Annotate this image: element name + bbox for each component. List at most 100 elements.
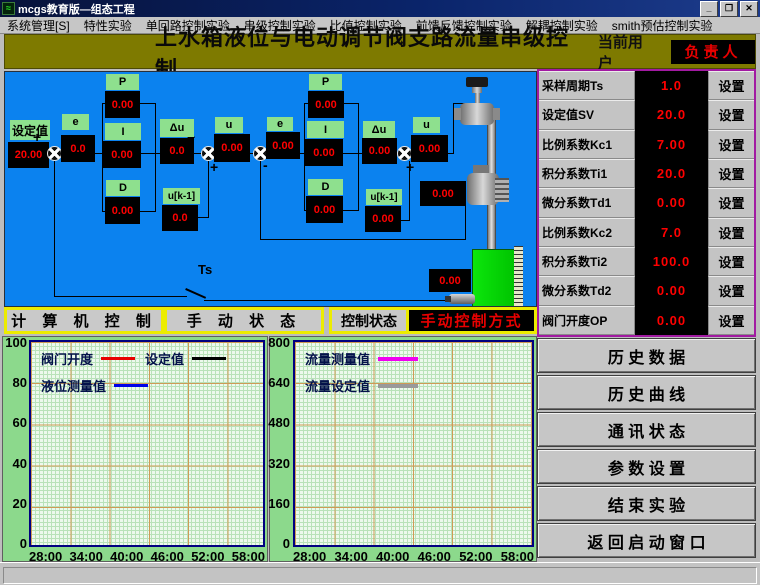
loop2-u-value: 0.00 [411,135,448,162]
param-row-ti1: 积分系数Ti1 20.0 设置 [539,159,754,188]
param-row-ti2: 积分系数Ti2 100.0 设置 [539,247,754,276]
param-set-button[interactable]: 设置 [708,100,754,129]
pump-tip [445,296,451,302]
loop2-du-value: 0.00 [362,138,397,164]
history-curve-button[interactable]: 历 史 曲 线 [537,375,756,410]
menu-system[interactable]: 系统管理[S] [0,17,77,34]
param-set-button[interactable]: 设置 [708,188,754,217]
control-status-group: 控制状态 手动控制方式 [329,307,537,334]
param-row-td1: 微分系数Td1 0.00 设置 [539,188,754,217]
loop1-i-label: I [105,123,141,140]
loop1-uk-label: u[k-1] [163,188,200,204]
return-startup-button[interactable]: 返 回 启 动 窗 口 [537,523,756,558]
valve-flange-right [493,108,500,120]
line [155,103,156,212]
y-axis-labels: 100 80 60 40 20 0 [5,335,27,551]
param-label: 比例系数Kc2 [539,218,635,247]
param-set-button[interactable]: 设置 [708,247,754,276]
param-value: 7.00 [635,130,708,159]
param-set-button[interactable]: 设置 [708,276,754,305]
y-tick: 0 [20,536,27,551]
flow-sensor-flange [495,178,509,202]
param-set-button[interactable]: 设置 [708,130,754,159]
banner: 上水箱液位与电动调节阀支路流量串级控制 当前用户 负责人 [4,34,756,69]
parameter-panel: 采样周期Ts 1.0 设置 设定值SV 20.0 设置 比例系数Kc1 7.00… [537,69,756,337]
loop1-d-value: 0.00 [105,197,140,224]
plus-sign: + [33,132,41,142]
loop1-p-value: 0.00 [105,91,140,118]
legend-label: 液位测量值 [41,376,106,395]
param-label: 设定值SV [539,100,635,129]
close-button[interactable]: ✕ [740,1,758,17]
chart-legend: 阀门开度 设定值 液位测量值 [41,349,226,395]
loop2-du-label: Δu [363,121,395,138]
flow-measurement-display: 0.00 [420,181,466,206]
water-tank [472,249,515,307]
line [140,103,155,104]
param-row-op: 阀门开度OP 0.00 设置 [539,306,754,335]
legend-line-flow-setpoint [378,384,418,388]
line [141,153,155,154]
plus-sign: + [210,162,218,172]
loop2-uk-value: 0.00 [365,206,401,232]
loop1-du-label: Δu [160,119,194,137]
plus-sign: + [406,162,414,172]
minimize-button[interactable]: _ [700,1,718,17]
manual-state-button[interactable]: 手 动 状 态 [167,310,321,331]
line [358,103,359,211]
param-label: 积分系数Ti2 [539,247,635,276]
computer-control-button[interactable]: 计 算 机 控 制 [7,310,161,331]
legend-line-valve-opening [101,357,135,360]
loop1-u-label: u [215,117,243,133]
line [260,239,466,240]
end-experiment-button[interactable]: 结 束 实 验 [537,486,756,521]
loop1-p-label: P [106,74,139,90]
valve-flange-left [454,108,461,120]
param-setting-button[interactable]: 参 数 设 置 [537,449,756,484]
status-bar [0,562,760,585]
menu-characteristic[interactable]: 特性实验 [77,17,139,34]
loop2-d-value: 0.00 [306,196,343,223]
control-button-group: 计 算 机 控 制 手 动 状 态 [4,307,324,334]
param-value: 0.00 [635,188,708,217]
ts-label: Ts [198,262,212,277]
control-status-label: 控制状态 [332,310,406,331]
param-value: 7.0 [635,218,708,247]
y-tick: 60 [13,415,27,430]
flow-trend-chart: 800 640 480 320 160 0 流量测量值 流量设定值 28:00 … [269,336,537,562]
param-set-button[interactable]: 设置 [708,306,754,335]
line [208,161,209,218]
y-tick: 800 [268,335,290,350]
flow-sensor-cap [473,165,489,173]
param-label: 阀门开度OP [539,306,635,335]
y-tick: 480 [268,415,290,430]
line [204,300,452,301]
param-set-button[interactable]: 设置 [708,159,754,188]
current-user-label: 当前用户 [598,31,655,73]
loop2-u-label: u [413,117,440,133]
comm-status-button[interactable]: 通 讯 状 态 [537,412,756,447]
current-user-value: 负责人 [671,40,755,64]
control-diagram: 设定值 20.00 + - + + + - + + e 0.0 P 0.00 I… [4,71,537,307]
param-set-button[interactable]: 设置 [708,71,754,100]
level-measurement-display: 0.00 [429,269,471,292]
restore-button[interactable]: ❐ [720,1,738,17]
loop2-e-value: 0.00 [266,132,300,159]
loop2-uk-label: u[k-1] [366,189,402,205]
loop1-du-value: 0.0 [160,138,194,164]
level-trend-chart: 100 80 60 40 20 0 阀门开度 设定值 液位测量值 [2,336,268,562]
control-status-value: 手动控制方式 [409,310,534,331]
param-row-sv: 设定值SV 20.0 设置 [539,100,754,129]
sum-junction-1 [47,146,62,161]
pump [449,294,475,304]
history-data-button[interactable]: 历 史 数 据 [537,338,756,373]
loop1-i-value: 0.00 [103,141,141,168]
y-tick: 0 [283,536,290,551]
param-label: 微分系数Td1 [539,188,635,217]
legend-label: 流量设定值 [305,376,370,395]
param-set-button[interactable]: 设置 [708,218,754,247]
line [343,153,358,154]
loop1-u-value: 0.00 [214,134,250,162]
loop1-uk-value: 0.0 [162,205,198,231]
param-value: 20.0 [635,159,708,188]
